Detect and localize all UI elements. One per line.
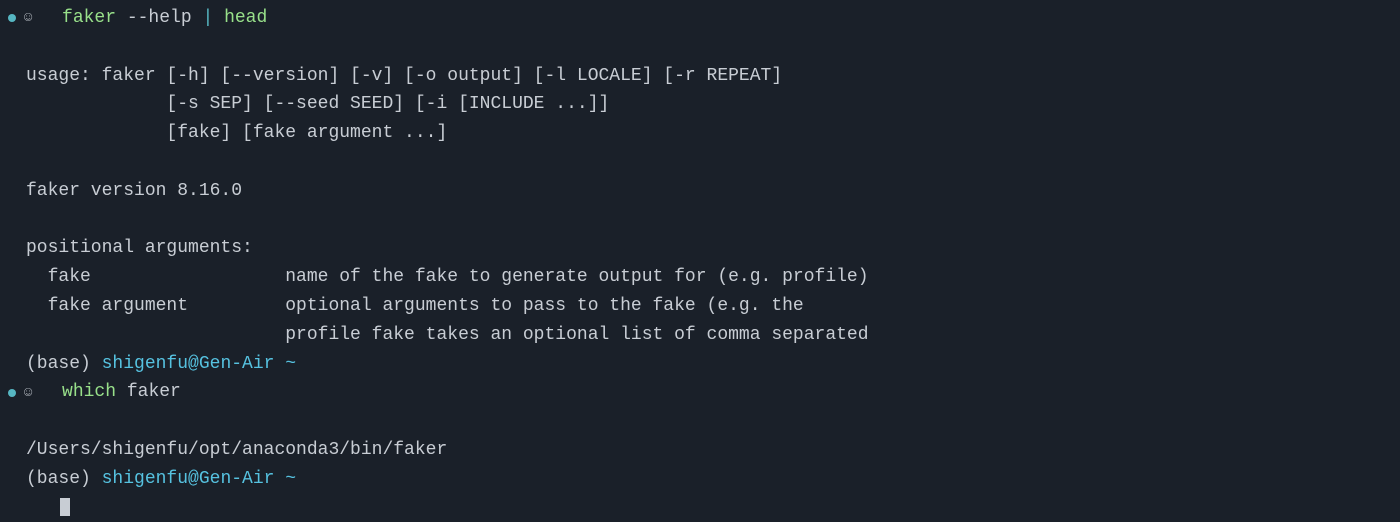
shell-prompt[interactable]: (base) shigenfu@Gen-Air ~ bbox=[0, 465, 1400, 494]
command-args: --help bbox=[116, 8, 202, 28]
output-line: usage: faker [-h] [--version] [-v] [-o o… bbox=[0, 62, 1400, 91]
command-token: which bbox=[62, 382, 116, 402]
conda-env: (base) bbox=[26, 354, 102, 374]
cwd-path: ~ bbox=[274, 354, 296, 374]
command-token: head bbox=[224, 8, 267, 28]
output-line: positional arguments: bbox=[0, 234, 1400, 263]
user-host: shigenfu@Gen-Air bbox=[102, 354, 275, 374]
command-args: faker bbox=[127, 382, 181, 402]
pipe-operator: | bbox=[202, 8, 213, 28]
shell-prompt[interactable]: (base) shigenfu@Gen-Air ~ bbox=[0, 350, 1400, 379]
status-dot-icon bbox=[8, 14, 16, 22]
terminal[interactable]: ☺ faker --help | head usage: faker [-h] … bbox=[0, 0, 1400, 522]
prompt-smiley-icon: ☺ bbox=[24, 7, 32, 29]
command-token: faker bbox=[62, 8, 116, 28]
conda-env: (base) bbox=[26, 469, 102, 489]
blank-line bbox=[0, 148, 1400, 177]
cwd-path: ~ bbox=[274, 469, 296, 489]
status-dot-icon bbox=[8, 389, 16, 397]
output-line: profile fake takes an optional list of c… bbox=[0, 321, 1400, 350]
output-line: fake name of the fake to generate output… bbox=[0, 263, 1400, 292]
command-args bbox=[213, 8, 224, 28]
output-line: /Users/shigenfu/opt/anaconda3/bin/faker bbox=[0, 436, 1400, 465]
output-line: fake argument optional arguments to pass… bbox=[0, 292, 1400, 321]
blank-line bbox=[0, 407, 1400, 436]
command-line[interactable]: ☺ faker --help | head bbox=[0, 4, 1400, 33]
blank-line bbox=[0, 33, 1400, 62]
prompt-smiley-icon: ☺ bbox=[24, 382, 32, 404]
blank-line bbox=[0, 206, 1400, 235]
output-line: [-s SEP] [--seed SEED] [-i [INCLUDE ...]… bbox=[0, 90, 1400, 119]
output-line: [fake] [fake argument ...] bbox=[0, 119, 1400, 148]
command-args bbox=[116, 382, 127, 402]
output-line: faker version 8.16.0 bbox=[0, 177, 1400, 206]
user-host: shigenfu@Gen-Air bbox=[102, 469, 275, 489]
cursor-icon bbox=[60, 498, 70, 516]
cursor-line[interactable] bbox=[0, 494, 1400, 522]
command-line[interactable]: ☺ which faker bbox=[0, 378, 1400, 407]
